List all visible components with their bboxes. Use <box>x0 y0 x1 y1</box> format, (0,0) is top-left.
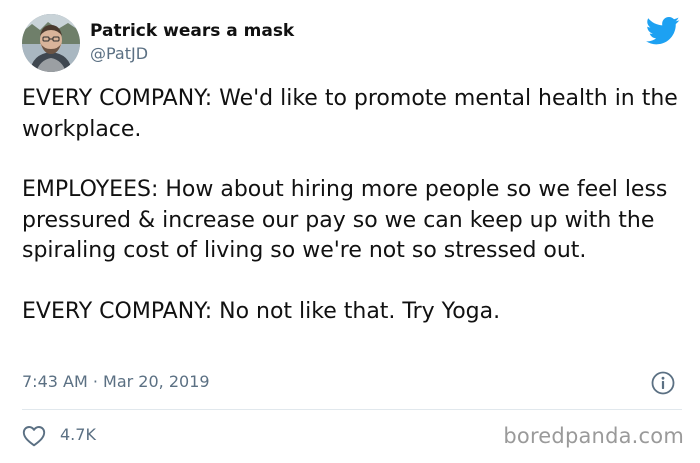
tweet-paragraph: EMPLOYEES: How about hiring more people … <box>22 177 668 263</box>
user-handle[interactable]: @PatJD <box>90 43 294 65</box>
tweet-card: Patrick wears a mask @PatJD EVERY COMPAN… <box>0 0 700 463</box>
heart-icon[interactable] <box>22 425 46 447</box>
display-name[interactable]: Patrick wears a mask <box>90 19 294 43</box>
timestamp[interactable]: 7:43 AM · Mar 20, 2019 <box>22 372 210 391</box>
tweet-text: EVERY COMPANY: We'd like to promote ment… <box>22 84 682 327</box>
avatar[interactable] <box>22 14 80 72</box>
divider <box>22 409 682 410</box>
tweet-actions: 4.7K <box>22 424 322 450</box>
tweet-paragraph: EVERY COMPANY: No not like that. Try Yog… <box>22 298 501 324</box>
watermark: boredpanda.com <box>503 424 684 448</box>
tweet-paragraph: EVERY COMPANY: We'd like to promote ment… <box>22 86 678 142</box>
info-icon[interactable] <box>650 370 676 396</box>
tweet-header: Patrick wears a mask @PatJD <box>22 14 682 74</box>
user-info: Patrick wears a mask @PatJD <box>90 19 294 65</box>
twitter-bird-icon[interactable] <box>645 16 680 46</box>
avatar-photo <box>22 14 80 72</box>
tweet-meta: 7:43 AM · Mar 20, 2019 <box>22 370 682 398</box>
like-count: 4.7K <box>60 425 96 444</box>
